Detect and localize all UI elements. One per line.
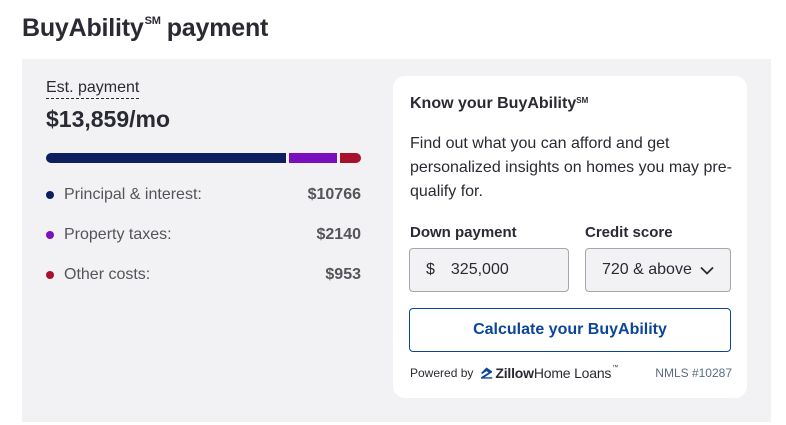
buyability-card: Know your BuyAbilitySM Find out what you… bbox=[393, 76, 747, 398]
logo-text: Home Loans bbox=[533, 365, 612, 381]
est-payment-value: $13,859/mo bbox=[46, 106, 171, 132]
legend-row-other: Other costs: $953 bbox=[46, 263, 361, 287]
legend-label: Property taxes: bbox=[64, 226, 172, 243]
chevron-down-icon bbox=[700, 266, 714, 275]
est-payment-label[interactable]: Est. payment bbox=[46, 79, 140, 99]
credit-score-label: Credit score bbox=[585, 224, 673, 241]
legend-value: $10766 bbox=[307, 186, 361, 203]
powered-by: Powered by Zillow Home Loans ™ bbox=[410, 365, 618, 381]
legend-label: Other costs: bbox=[64, 266, 151, 283]
zillow-home-loans-logo: Zillow Home Loans ™ bbox=[480, 365, 618, 381]
card-service-mark: SM bbox=[576, 96, 589, 105]
currency-symbol: $ bbox=[426, 261, 435, 278]
down-payment-label: Down payment bbox=[410, 224, 517, 241]
bar-segment-other bbox=[340, 153, 361, 163]
calculate-buyability-button[interactable]: Calculate your BuyAbility bbox=[409, 308, 731, 352]
card-title: Know your BuyAbilitySM bbox=[410, 95, 588, 113]
credit-score-value: 720 & above bbox=[602, 261, 692, 278]
card-description: Find out what you can afford and get per… bbox=[410, 135, 732, 200]
payment-breakdown-bar bbox=[46, 153, 361, 163]
legend-value: $2140 bbox=[316, 226, 362, 243]
credit-score-select[interactable]: 720 & above bbox=[585, 248, 731, 292]
powered-by-text: Powered by bbox=[410, 366, 474, 380]
legend-row-taxes: Property taxes: $2140 bbox=[46, 223, 361, 247]
legend-label: Principal & interest: bbox=[64, 186, 202, 203]
bar-segment-principal bbox=[46, 153, 286, 163]
card-title-text: Know your BuyAbility bbox=[410, 95, 577, 112]
zillow-z-icon bbox=[480, 367, 493, 379]
title-suffix: payment bbox=[166, 14, 269, 42]
bar-segment-taxes bbox=[289, 153, 337, 163]
service-mark: SM bbox=[144, 15, 161, 27]
nmls-number: NMLS #10287 bbox=[655, 366, 732, 380]
legend-dot-taxes bbox=[46, 231, 54, 239]
legend-value: $953 bbox=[325, 266, 361, 283]
down-payment-input[interactable]: $ 325,000 bbox=[409, 248, 569, 292]
logo-tm: ™ bbox=[612, 365, 619, 371]
title-text: BuyAbility bbox=[22, 14, 144, 42]
legend-row-principal: Principal & interest: $10766 bbox=[46, 183, 361, 207]
legend-dot-principal bbox=[46, 191, 54, 199]
section-title: BuyAbilitySM payment bbox=[22, 14, 268, 43]
down-payment-value: 325,000 bbox=[450, 261, 509, 278]
logo-text-bold: Zillow bbox=[495, 365, 534, 381]
legend-dot-other bbox=[46, 271, 54, 279]
